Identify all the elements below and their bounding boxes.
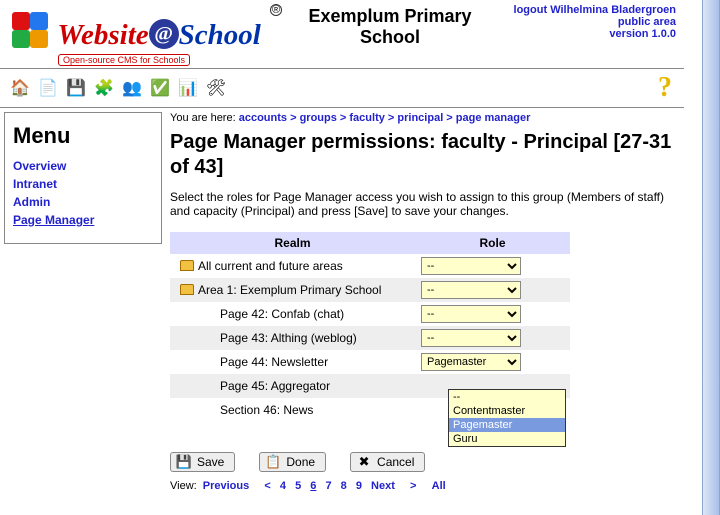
role-select[interactable]: -- [421, 329, 521, 347]
modules-icon[interactable]: 🧩 [92, 77, 116, 99]
tools-icon[interactable]: 🛠 [204, 77, 228, 99]
breadcrumb-groups[interactable]: groups [300, 112, 337, 124]
breadcrumb-page-manager[interactable]: page manager [456, 112, 531, 124]
top-right-links: logout Wilhelmina Bladergroen public are… [514, 4, 676, 40]
role-select[interactable]: -- [421, 281, 521, 299]
chevron-right-icon: > [287, 112, 300, 124]
chevron-right-icon: > [385, 112, 398, 124]
chevron-right-icon: > [443, 112, 456, 124]
realm-cell: Page 44: Newsletter [170, 350, 415, 374]
breadcrumb-prefix: You are here: [170, 112, 236, 124]
realm-cell: Area 1: Exemplum Primary School [170, 278, 415, 302]
folder-icon [180, 284, 194, 295]
sidebar: Menu Overview Intranet Admin Page Manager [4, 112, 162, 244]
logo-word-website: Website [57, 19, 148, 51]
role-select[interactable]: Pagemaster [421, 353, 521, 371]
folder-icon [180, 260, 194, 271]
at-icon: @ [149, 19, 179, 49]
table-row: Page 42: Confab (chat) -- [170, 302, 570, 326]
realm-cell: Page 45: Aggregator [170, 374, 415, 398]
check-icon[interactable]: ✅ [148, 77, 172, 99]
table-row: Page 44: Newsletter Pagemaster [170, 350, 570, 374]
pager-page-8[interactable]: 8 [341, 480, 347, 492]
puzzle-icon [10, 10, 50, 50]
save-label: Save [197, 455, 224, 469]
help-icon[interactable]: ? [658, 72, 676, 104]
home-icon[interactable]: 🏠 [8, 77, 32, 99]
breadcrumb: You are here: accounts > groups > facult… [170, 112, 674, 124]
pager-gt[interactable]: > [410, 480, 416, 492]
users-icon[interactable]: 👥 [120, 77, 144, 99]
role-select[interactable]: -- [421, 257, 521, 275]
instructions: Select the roles for Page Manager access… [170, 190, 674, 218]
logo[interactable]: Website@School ® Open-source CMS for Sch… [10, 4, 282, 66]
pager-all[interactable]: All [432, 480, 446, 492]
check-icon: 📋 [266, 455, 280, 469]
breadcrumb-principal[interactable]: principal [397, 112, 443, 124]
sidebar-item-intranet[interactable]: Intranet [13, 177, 153, 191]
chevron-right-icon: > [337, 112, 350, 124]
floppy-icon: 💾 [177, 455, 191, 469]
logo-word-school: School [179, 19, 261, 51]
cancel-label: Cancel [377, 455, 414, 469]
save-icon[interactable]: 💾 [64, 77, 88, 99]
col-realm: Realm [170, 232, 415, 254]
role-cell: Pagemaster [415, 350, 570, 374]
pager: View: Previous < 4 5 6 7 8 9 Next > All [170, 480, 674, 492]
realm-cell: Page 42: Confab (chat) [170, 302, 415, 326]
sidebar-item-overview[interactable]: Overview [13, 159, 153, 173]
breadcrumb-faculty[interactable]: faculty [349, 112, 384, 124]
role-dropdown-open[interactable]: --ContentmasterPagemasterGuru [448, 389, 566, 447]
cancel-icon: ✖ [357, 455, 371, 469]
pager-page-5[interactable]: 5 [295, 480, 301, 492]
site-title: Exemplum Primary School [280, 6, 500, 48]
role-option[interactable]: Guru [449, 432, 565, 446]
role-select[interactable]: -- [421, 305, 521, 323]
pager-page-6[interactable]: 6 [310, 480, 316, 492]
header: Website@School ® Open-source CMS for Sch… [0, 0, 684, 68]
realm-cell: Section 46: News [170, 398, 415, 422]
done-button[interactable]: 📋 Done [259, 452, 326, 472]
stats-icon[interactable]: 📊 [176, 77, 200, 99]
role-option[interactable]: Pagemaster [449, 418, 565, 432]
pager-page-9[interactable]: 9 [356, 480, 362, 492]
page-title: Page Manager permissions: faculty - Prin… [170, 130, 674, 180]
done-label: Done [286, 455, 315, 469]
pager-next[interactable]: Next [371, 480, 395, 492]
role-option[interactable]: Contentmaster [449, 404, 565, 418]
role-cell: -- [415, 302, 570, 326]
role-cell: -- [415, 278, 570, 302]
col-role: Role [415, 232, 570, 254]
role-cell: -- [415, 326, 570, 350]
cancel-button[interactable]: ✖ Cancel [350, 452, 425, 472]
logout-link[interactable]: logout Wilhelmina Bladergroen [514, 4, 676, 16]
version-link[interactable]: version 1.0.0 [609, 28, 676, 40]
breadcrumb-accounts[interactable]: accounts [239, 112, 287, 124]
table-row: All current and future areas -- [170, 254, 570, 278]
pager-lt[interactable]: < [264, 480, 270, 492]
button-row: 💾 Save 📋 Done ✖ Cancel [170, 452, 674, 472]
pager-page-7[interactable]: 7 [325, 480, 331, 492]
public-area-link[interactable]: public area [618, 16, 676, 28]
table-row: Area 1: Exemplum Primary School -- [170, 278, 570, 302]
table-row: Page 43: Althing (weblog) -- [170, 326, 570, 350]
sidebar-item-page-manager[interactable]: Page Manager [13, 213, 153, 227]
role-cell: -- [415, 254, 570, 278]
pager-previous[interactable]: Previous [203, 480, 249, 492]
page-icon[interactable]: 📄 [36, 77, 60, 99]
realm-cell: Page 43: Althing (weblog) [170, 326, 415, 350]
toolbar: 🏠📄💾🧩👥✅📊🛠 ? [0, 69, 684, 107]
sidebar-item-admin[interactable]: Admin [13, 195, 153, 209]
vertical-scrollbar[interactable] [702, 0, 720, 515]
save-button[interactable]: 💾 Save [170, 452, 235, 472]
pager-page-4[interactable]: 4 [280, 480, 286, 492]
menu-heading: Menu [13, 123, 153, 149]
role-option[interactable]: -- [449, 390, 565, 404]
content: You are here: accounts > groups > facult… [166, 108, 684, 500]
realm-cell: All current and future areas [170, 254, 415, 278]
pager-view-label: View: [170, 480, 197, 492]
logo-tagline: Open-source CMS for Schools [58, 54, 190, 66]
